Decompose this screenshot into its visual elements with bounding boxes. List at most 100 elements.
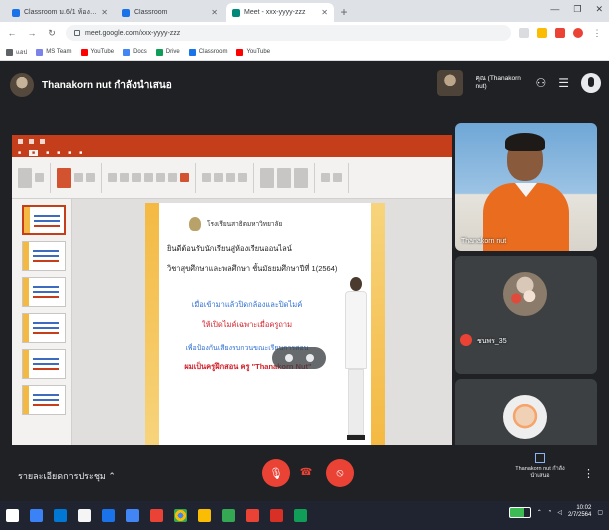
window-controls: — ❐ ✕	[550, 4, 603, 15]
self-view-label: คุณ (Thanakorn nut)	[475, 75, 521, 90]
participant-avatar	[503, 272, 547, 316]
photo-shoes	[347, 435, 365, 440]
close-tab-icon[interactable]: ✕	[321, 8, 328, 17]
underline-icon	[132, 173, 141, 182]
self-view-thumbnail[interactable]	[437, 70, 464, 96]
menu-kebab-icon[interactable]: ⋮	[591, 28, 603, 39]
search-icon[interactable]	[30, 509, 43, 522]
close-tab-icon[interactable]: ✕	[101, 8, 108, 17]
account-avatar[interactable]	[581, 73, 601, 93]
drive-icon	[155, 48, 163, 56]
browser-tab-classroom-1[interactable]: Classroom ม.6/1 ห้อง ... ✕	[6, 3, 114, 22]
address-bar[interactable]: meet.google.com/xxx-yyyy-zzz	[66, 25, 511, 41]
bookmark-star-icon[interactable]	[519, 28, 529, 38]
leave-call-button[interactable]: ☎	[296, 465, 316, 479]
classroom-icon	[122, 8, 130, 17]
back-icon[interactable]: ←	[6, 28, 18, 38]
quick-styles-icon	[294, 167, 308, 188]
chat-icon[interactable]: ☰	[558, 76, 569, 90]
reload-icon[interactable]: ↻	[46, 28, 58, 39]
photo-head	[350, 277, 362, 291]
taskbar-app-icon[interactable]	[54, 509, 67, 522]
participant-avatar	[503, 395, 547, 439]
new-tab-button[interactable]: +	[336, 4, 352, 20]
mic-off-icon	[460, 334, 472, 346]
address-text: meet.google.com/xxx-yyyy-zzz	[85, 29, 181, 37]
bookmarks-bar: แอป MS Team YouTube Docs Drive Classroom…	[0, 44, 609, 61]
slide-welcome-text: ยินดีต้อนรับนักเรียนสู่ห้องเรียนออนไลน์	[167, 244, 292, 253]
classroom-icon	[188, 48, 196, 56]
taskbar-app-icon[interactable]	[222, 509, 235, 522]
slide-instruction-2: ให้เปิดไมค์เฉพาะเมื่อครูถาม	[201, 320, 293, 329]
more-options-icon[interactable]: ⋮	[583, 467, 594, 480]
ppt-menu-item: ■	[57, 149, 61, 156]
tab-title: Classroom	[134, 9, 168, 16]
start-icon[interactable]	[6, 509, 19, 522]
browser-tab-meet[interactable]: Meet - xxx-yyyy-zzz ✕	[226, 3, 334, 22]
participant-tile[interactable]: ชนพร_35	[455, 256, 597, 374]
ribbon-group	[202, 162, 254, 193]
presenting-indicator[interactable]: Thanakorn nut กำลังนำเสนอ	[512, 453, 568, 480]
file-explorer-icon[interactable]	[78, 509, 91, 522]
ribbon-icon	[168, 173, 177, 182]
font-color-icon	[180, 173, 189, 182]
close-tab-icon[interactable]: ✕	[211, 8, 218, 17]
volume-icon[interactable]: ◁	[557, 509, 562, 516]
mic-toggle-button[interactable]: 🎙	[262, 459, 290, 487]
taskbar-app-icon[interactable]	[294, 509, 307, 522]
wifi-icon[interactable]: ◔	[548, 509, 552, 515]
chevron-up-icon[interactable]: ⌃	[537, 509, 542, 516]
extension-icon[interactable]	[537, 28, 547, 38]
slide-school-name: โรงเรียนสาธิตมหาวิทยาลัย	[207, 221, 283, 228]
meeting-details-button[interactable]: รายละเอียดการประชุม ⌃	[18, 469, 116, 483]
bookmark-drive[interactable]: Drive	[155, 48, 180, 56]
profile-icon[interactable]	[573, 28, 583, 38]
align-icon	[214, 173, 223, 182]
ribbon-icon	[238, 173, 247, 182]
close-window-icon[interactable]: ✕	[595, 4, 603, 15]
chrome-icon[interactable]	[174, 509, 187, 522]
redo-icon	[40, 139, 45, 144]
taskbar-app-icon[interactable]	[270, 509, 283, 522]
bookmark-youtube[interactable]: YouTube	[80, 48, 114, 56]
bookmark-youtube-2[interactable]: YouTube	[236, 48, 270, 56]
notification-icon[interactable]: ▢	[597, 509, 603, 516]
participant-tile-video[interactable]: Thanakorn nut	[455, 123, 597, 251]
taskbar-app-icon[interactable]	[150, 509, 163, 522]
bold-icon	[108, 173, 117, 182]
taskbar-app-icon[interactable]	[126, 509, 139, 522]
powerpoint-ribbon	[12, 157, 452, 199]
browser-tab-classroom-2[interactable]: Classroom ✕	[116, 3, 224, 22]
taskbar-app-icon[interactable]	[102, 509, 115, 522]
forward-icon[interactable]: →	[26, 28, 38, 38]
bookmark-docs[interactable]: Docs	[123, 48, 147, 56]
replace-icon	[333, 173, 342, 182]
hangup-icon: ☎	[299, 466, 313, 478]
people-icon[interactable]: ⚇	[535, 76, 546, 90]
presenting-label: Thanakorn nut กำลังนำเสนอ	[515, 466, 565, 479]
presentation-overlay-controls[interactable]	[272, 347, 326, 369]
bookmark-apps[interactable]: แอป	[6, 47, 27, 57]
meet-controls: รายละเอียดการประชุม ⌃ 🎙 ☎ ⦸ Thanakorn nu…	[0, 445, 609, 501]
taskbar-app-icon[interactable]	[198, 509, 211, 522]
slide-thumbnail	[22, 349, 66, 379]
extension-icon[interactable]	[555, 28, 565, 38]
overlay-dot-icon	[305, 354, 314, 362]
taskbar-app-icon[interactable]	[246, 509, 259, 522]
ribbon-group	[108, 162, 196, 193]
meet-header-right: คุณ (Thanakorn nut) ⚇ ☰	[437, 70, 601, 96]
battery-icon[interactable]	[508, 506, 531, 518]
bookmark-classroom[interactable]: Classroom	[188, 48, 227, 56]
maximize-icon[interactable]: ❐	[573, 4, 581, 15]
ribbon-icon	[156, 173, 165, 182]
bookmark-ms-team[interactable]: MS Team	[36, 48, 72, 56]
save-icon	[18, 139, 23, 144]
meet-header: Thanakorn nut กำลังนำเสนอ คุณ (Thanakorn…	[0, 61, 609, 109]
ppt-menu-item: ■	[68, 149, 72, 156]
present-screen-icon	[535, 453, 545, 463]
minimize-icon[interactable]: —	[550, 4, 559, 15]
clock[interactable]: 10:02 2/7/2564	[568, 505, 591, 519]
participant-name: ชนพร_35	[477, 338, 507, 345]
participant-name: Thanakorn nut	[461, 238, 507, 245]
camera-toggle-button[interactable]: ⦸	[326, 459, 354, 487]
